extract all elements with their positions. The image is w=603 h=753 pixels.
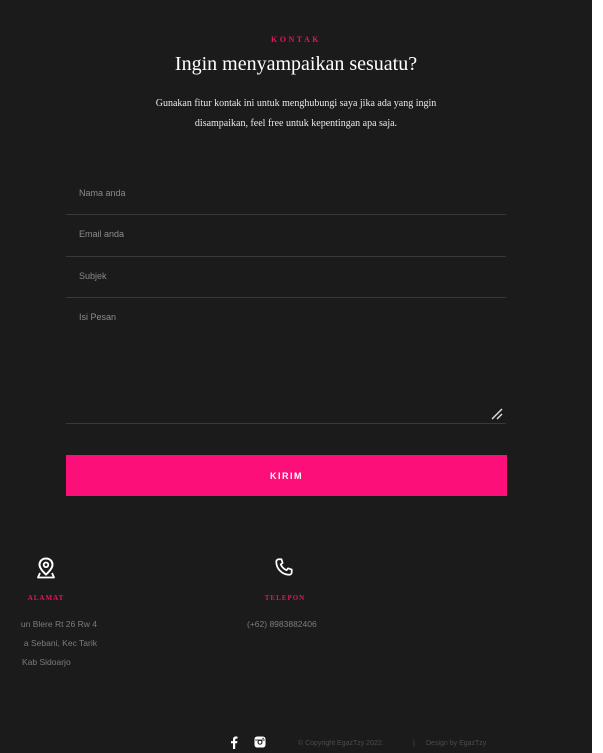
scrollbar-track[interactable] [592, 0, 603, 753]
footer-separator: | [413, 740, 415, 747]
phone-icon [275, 558, 293, 576]
phone-label: TELEPON [264, 594, 306, 602]
copyright-text: © Copyright EgazTzy 2022. [298, 740, 384, 747]
submit-button[interactable]: KIRIM [66, 455, 507, 496]
address-line-2: a Sebani, Kec Tarik [23, 638, 97, 648]
facebook-icon[interactable] [227, 735, 241, 749]
email-placeholder: Email anda [79, 229, 125, 239]
email-field[interactable]: Email anda [66, 215, 506, 257]
instagram-icon[interactable] [253, 735, 267, 749]
description-line-2: disampaikan, feel free untuk kepentingan… [194, 118, 398, 129]
address-label: ALAMAT [27, 594, 65, 602]
resize-handle-icon[interactable] [491, 408, 503, 420]
name-field[interactable]: Nama anda [66, 174, 506, 215]
address-line-1: un Blere Rt 26 Rw 4 [20, 619, 97, 629]
section-description: Gunakan fitur kontak ini untuk menghubun… [86, 94, 506, 134]
section-kicker: KONTAK [271, 35, 321, 44]
page-title: Ingin menyampaikan sesuatu? [174, 53, 418, 75]
message-placeholder: Isi Pesan [79, 312, 117, 322]
message-textarea[interactable]: Isi Pesan [66, 298, 506, 424]
address-line-3: Kab Sidoarjo [22, 657, 71, 667]
description-line-1: Gunakan fitur kontak ini untuk menghubun… [155, 98, 437, 109]
name-placeholder: Nama anda [79, 188, 126, 198]
map-pin-icon [37, 557, 55, 579]
design-credit: Design by EgazTzy [426, 740, 487, 747]
contact-page: KONTAK Ingin menyampaikan sesuatu? Gunak… [0, 0, 592, 753]
subject-field[interactable]: Subjek [66, 257, 506, 298]
subject-placeholder: Subjek [79, 271, 107, 281]
phone-number[interactable]: (+62) 8983882406 [247, 619, 317, 629]
